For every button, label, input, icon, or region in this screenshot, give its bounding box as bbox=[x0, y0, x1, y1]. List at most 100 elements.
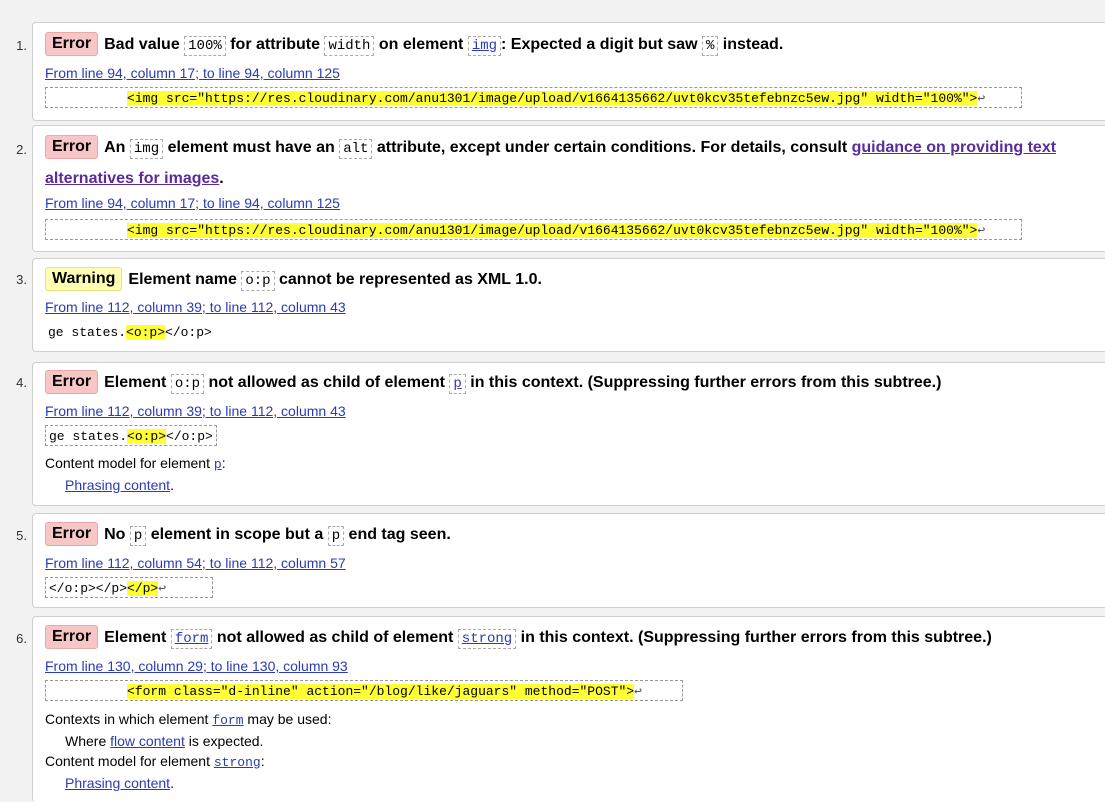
message-number: 1. bbox=[16, 38, 27, 53]
return-mark-icon: ↩ bbox=[977, 91, 986, 106]
element-link[interactable]: form bbox=[170, 629, 213, 649]
message-number: 2. bbox=[16, 142, 27, 157]
note-text: : bbox=[260, 753, 265, 769]
content-model-value: Phrasing content. bbox=[65, 474, 174, 496]
error-badge: Error bbox=[45, 522, 99, 546]
location-link[interactable]: From line 94, column 17; to line 94, col… bbox=[45, 64, 340, 82]
content-model-note: Content model for element strong: bbox=[45, 750, 265, 774]
extract-text bbox=[49, 684, 127, 699]
element-link[interactable]: p bbox=[449, 374, 466, 394]
return-mark-icon: ↩ bbox=[634, 684, 642, 699]
message-text: Error No p element in scope but a p end t… bbox=[45, 520, 1085, 551]
extract-text bbox=[49, 91, 127, 106]
message-3: 3. Warning Element name o:p cannot be rep… bbox=[0, 258, 1105, 352]
message-card: Error Element form not allowed as child o… bbox=[32, 616, 1105, 802]
message-number: 5. bbox=[16, 528, 27, 543]
message-part: instead. bbox=[718, 36, 784, 53]
element-link[interactable]: img bbox=[467, 36, 502, 56]
note-text: Where bbox=[65, 733, 111, 749]
message-part: cannot be represented as XML 1.0. bbox=[274, 271, 542, 288]
guidance-link[interactable]: alternatives for images bbox=[45, 170, 219, 187]
message-part: No bbox=[104, 526, 130, 543]
message-part: in this context. (Suppressing further er… bbox=[516, 629, 992, 646]
note-text: . bbox=[170, 477, 174, 493]
message-card: Error No p element in scope but a p end t… bbox=[32, 513, 1105, 608]
note-text: Contexts in which element bbox=[45, 711, 213, 727]
error-badge: Error bbox=[45, 370, 99, 394]
location-link[interactable]: From line 130, column 29; to line 130, c… bbox=[45, 657, 348, 675]
extract-highlight: <form class="d-inline" action="/blog/lik… bbox=[127, 684, 635, 699]
context-value: Where flow content is expected. bbox=[65, 730, 263, 752]
return-mark-icon: ↩ bbox=[158, 581, 167, 596]
flow-content-link[interactable]: flow content bbox=[110, 733, 185, 749]
extract-text: ge states. bbox=[49, 429, 128, 444]
content-model-value: Phrasing content. bbox=[65, 772, 174, 794]
attribute-code: width bbox=[324, 36, 375, 56]
message-card: Error An img element must have an alt att… bbox=[32, 125, 1105, 252]
element-code: p bbox=[327, 526, 345, 546]
message-part: on element bbox=[374, 36, 468, 53]
char-code: % bbox=[701, 36, 719, 56]
note-text: is expected. bbox=[184, 733, 264, 749]
message-card: Error Element o:p not allowed as child of… bbox=[32, 362, 1105, 506]
extract-highlight: <o:p> bbox=[126, 325, 166, 340]
source-extract: <img src="https://res.cloudinary.com/anu… bbox=[45, 219, 1022, 240]
element-code: img bbox=[129, 139, 164, 159]
message-part: : Expected a digit but saw bbox=[501, 36, 702, 53]
location-link[interactable]: From line 112, column 54; to line 112, c… bbox=[45, 554, 346, 572]
value-code: 100% bbox=[184, 36, 226, 56]
extract-text: </o:p> bbox=[165, 325, 212, 340]
content-model-note: Content model for element p: bbox=[45, 452, 226, 476]
element-code: o:p bbox=[170, 374, 205, 394]
message-part: for attribute bbox=[225, 36, 325, 53]
element-link[interactable]: form bbox=[212, 713, 243, 728]
message-1: 1. Error Bad value 100% for attribute wid… bbox=[0, 22, 1105, 121]
element-code: o:p bbox=[241, 271, 275, 291]
message-part: in this context. (Suppressing further er… bbox=[465, 374, 942, 391]
message-period: . bbox=[219, 170, 224, 187]
element-link[interactable]: p bbox=[214, 457, 222, 472]
validator-message-list: 1. Error Bad value 100% for attribute wid… bbox=[0, 0, 1105, 802]
message-number: 3. bbox=[16, 272, 27, 287]
message-part: An bbox=[104, 139, 130, 156]
source-extract: <form class="d-inline" action="/blog/lik… bbox=[45, 680, 683, 701]
message-part: Element name bbox=[128, 271, 242, 288]
location-link[interactable]: From line 112, column 39; to line 112, c… bbox=[45, 298, 346, 316]
phrasing-content-link[interactable]: Phrasing content bbox=[65, 477, 170, 493]
note-text: Content model for element bbox=[45, 455, 214, 471]
message-number: 4. bbox=[16, 375, 27, 390]
message-part: attribute, except under certain conditio… bbox=[372, 139, 852, 156]
message-part: element must have an bbox=[163, 139, 340, 156]
message-text: Error An img element must have an alt att… bbox=[45, 133, 1085, 193]
extract-highlight: <img src="https://res.cloudinary.com/anu… bbox=[127, 223, 978, 238]
message-part: not allowed as child of element bbox=[212, 629, 458, 646]
guidance-link[interactable]: guidance on providing text bbox=[852, 139, 1056, 156]
extract-text: </o:p> bbox=[166, 429, 213, 444]
message-4: 4. Error Element o:p not allowed as child… bbox=[0, 362, 1105, 506]
location-link[interactable]: From line 94, column 17; to line 94, col… bbox=[45, 194, 340, 212]
note-text: may be used: bbox=[243, 711, 332, 727]
element-code: p bbox=[129, 526, 147, 546]
message-2: 2. Error An img element must have an alt … bbox=[0, 125, 1105, 252]
note-text: . bbox=[170, 775, 174, 791]
element-link[interactable]: strong bbox=[457, 629, 517, 649]
source-extract: ge states.<o:p></o:p> bbox=[45, 425, 217, 446]
message-part: end tag seen. bbox=[344, 526, 451, 543]
extract-highlight: <img src="https://res.cloudinary.com/anu… bbox=[127, 91, 978, 106]
source-extract: </o:p></p></p>↩ bbox=[45, 577, 213, 598]
message-5: 5. Error No p element in scope but a p en… bbox=[0, 513, 1105, 608]
error-badge: Error bbox=[45, 625, 99, 649]
error-badge: Error bbox=[45, 32, 99, 56]
error-badge: Error bbox=[45, 135, 99, 159]
message-card: Error Bad value 100% for attribute width … bbox=[32, 22, 1105, 121]
location-link[interactable]: From line 112, column 39; to line 112, c… bbox=[45, 402, 346, 420]
source-extract: ge states.<o:p></o:p> bbox=[45, 322, 212, 343]
note-text: Content model for element bbox=[45, 753, 214, 769]
element-link[interactable]: strong bbox=[214, 755, 261, 770]
message-part: Element bbox=[104, 629, 171, 646]
extract-text: ge states. bbox=[48, 325, 127, 340]
phrasing-content-link[interactable]: Phrasing content bbox=[65, 775, 170, 791]
message-part: Element bbox=[104, 374, 171, 391]
source-extract: <img src="https://res.cloudinary.com/anu… bbox=[45, 87, 1022, 108]
message-text: Error Bad value 100% for attribute width … bbox=[45, 30, 1085, 61]
